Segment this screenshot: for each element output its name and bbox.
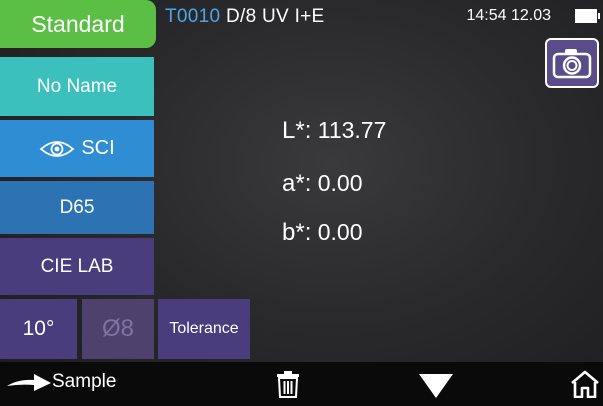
b-value-row: b*: 0.00 bbox=[282, 219, 363, 247]
measure-mode-button[interactable]: SCI bbox=[0, 120, 154, 177]
standard-tab[interactable]: Standard bbox=[0, 0, 156, 48]
device-screen: Standard T0010 D/8 UV I+E 14:54 12.03 No… bbox=[0, 0, 603, 406]
top-bar: Standard T0010 D/8 UV I+E 14:54 12.03 bbox=[0, 0, 603, 48]
observer-button[interactable]: 10° bbox=[0, 299, 77, 359]
sample-name-button[interactable]: No Name bbox=[0, 57, 154, 116]
sample-label: Sample bbox=[52, 371, 117, 392]
trash-icon bbox=[277, 371, 299, 398]
b-value: 0.00 bbox=[317, 219, 363, 245]
a-label: a*: bbox=[282, 170, 312, 197]
home-button[interactable] bbox=[570, 370, 600, 403]
camera-icon bbox=[552, 49, 592, 79]
next-page-button[interactable] bbox=[419, 374, 453, 403]
triangle-down-icon bbox=[419, 374, 453, 398]
illuminant-button[interactable]: D65 bbox=[0, 181, 154, 234]
color-space-button[interactable]: CIE LAB bbox=[0, 238, 154, 295]
camera-button[interactable] bbox=[545, 38, 599, 88]
bottom-bar: Sample bbox=[0, 362, 603, 406]
battery-icon bbox=[575, 9, 600, 23]
geometry-mode: D/8 UV I+E bbox=[225, 6, 325, 27]
measurement-info: T0010 D/8 UV I+E bbox=[165, 6, 325, 28]
sample-button[interactable]: Sample bbox=[6, 371, 116, 393]
b-label: b*: bbox=[282, 219, 312, 246]
l-label: L*: bbox=[282, 117, 312, 144]
l-value-row: L*: 113.77 bbox=[282, 117, 386, 145]
time-voltage: 14:54 12.03 bbox=[466, 7, 551, 24]
delete-button[interactable] bbox=[276, 371, 300, 403]
home-icon bbox=[571, 370, 599, 399]
aperture-button[interactable]: Ø8 bbox=[82, 299, 154, 359]
tolerance-button[interactable]: Tolerance bbox=[158, 299, 250, 359]
a-value-row: a*: 0.00 bbox=[282, 170, 363, 198]
standard-code: T0010 bbox=[165, 6, 221, 27]
a-value: 0.00 bbox=[317, 170, 363, 196]
l-value: 113.77 bbox=[317, 117, 387, 143]
arrow-right-icon bbox=[7, 374, 51, 391]
measure-mode-label: SCI bbox=[81, 137, 115, 159]
eye-icon bbox=[39, 139, 75, 159]
